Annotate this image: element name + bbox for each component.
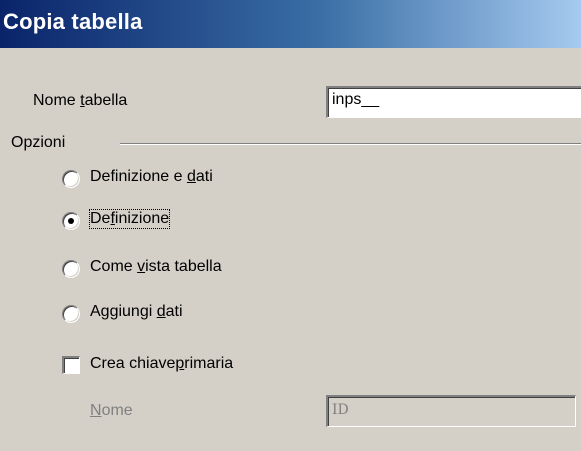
table-name-label: Nome tabella bbox=[33, 92, 128, 109]
dialog-title: Copia tabella bbox=[3, 9, 143, 34]
radio-button[interactable] bbox=[62, 260, 80, 278]
radio-button[interactable] bbox=[62, 305, 80, 323]
option-label: Come vista tabella bbox=[90, 258, 222, 275]
create-primary-key-checkbox[interactable] bbox=[62, 356, 80, 374]
table-name-input[interactable]: inps__ bbox=[326, 86, 581, 118]
radio-button[interactable] bbox=[62, 170, 80, 188]
title-bar[interactable]: Copia tabella bbox=[0, 0, 581, 48]
key-name-label: Nome bbox=[90, 402, 133, 419]
create-primary-key-label[interactable]: Crea chiaveprimaria bbox=[90, 355, 233, 373]
option-label: Definizione e dati bbox=[90, 168, 213, 185]
key-name-value: ID bbox=[332, 402, 349, 418]
table-name-value: inps__ bbox=[332, 91, 380, 108]
option-label: Aggiungi dati bbox=[90, 303, 183, 320]
radio-selected-dot bbox=[68, 218, 74, 224]
copy-table-dialog: Copia tabella Nome tabella inps__ Opzion… bbox=[0, 0, 581, 451]
key-name-input[interactable]: ID bbox=[326, 395, 576, 427]
radio-button-selected[interactable] bbox=[62, 212, 80, 230]
options-group-separator bbox=[120, 143, 581, 145]
option-label: Definizione bbox=[88, 209, 171, 229]
options-group-label: Opzioni bbox=[11, 134, 66, 151]
